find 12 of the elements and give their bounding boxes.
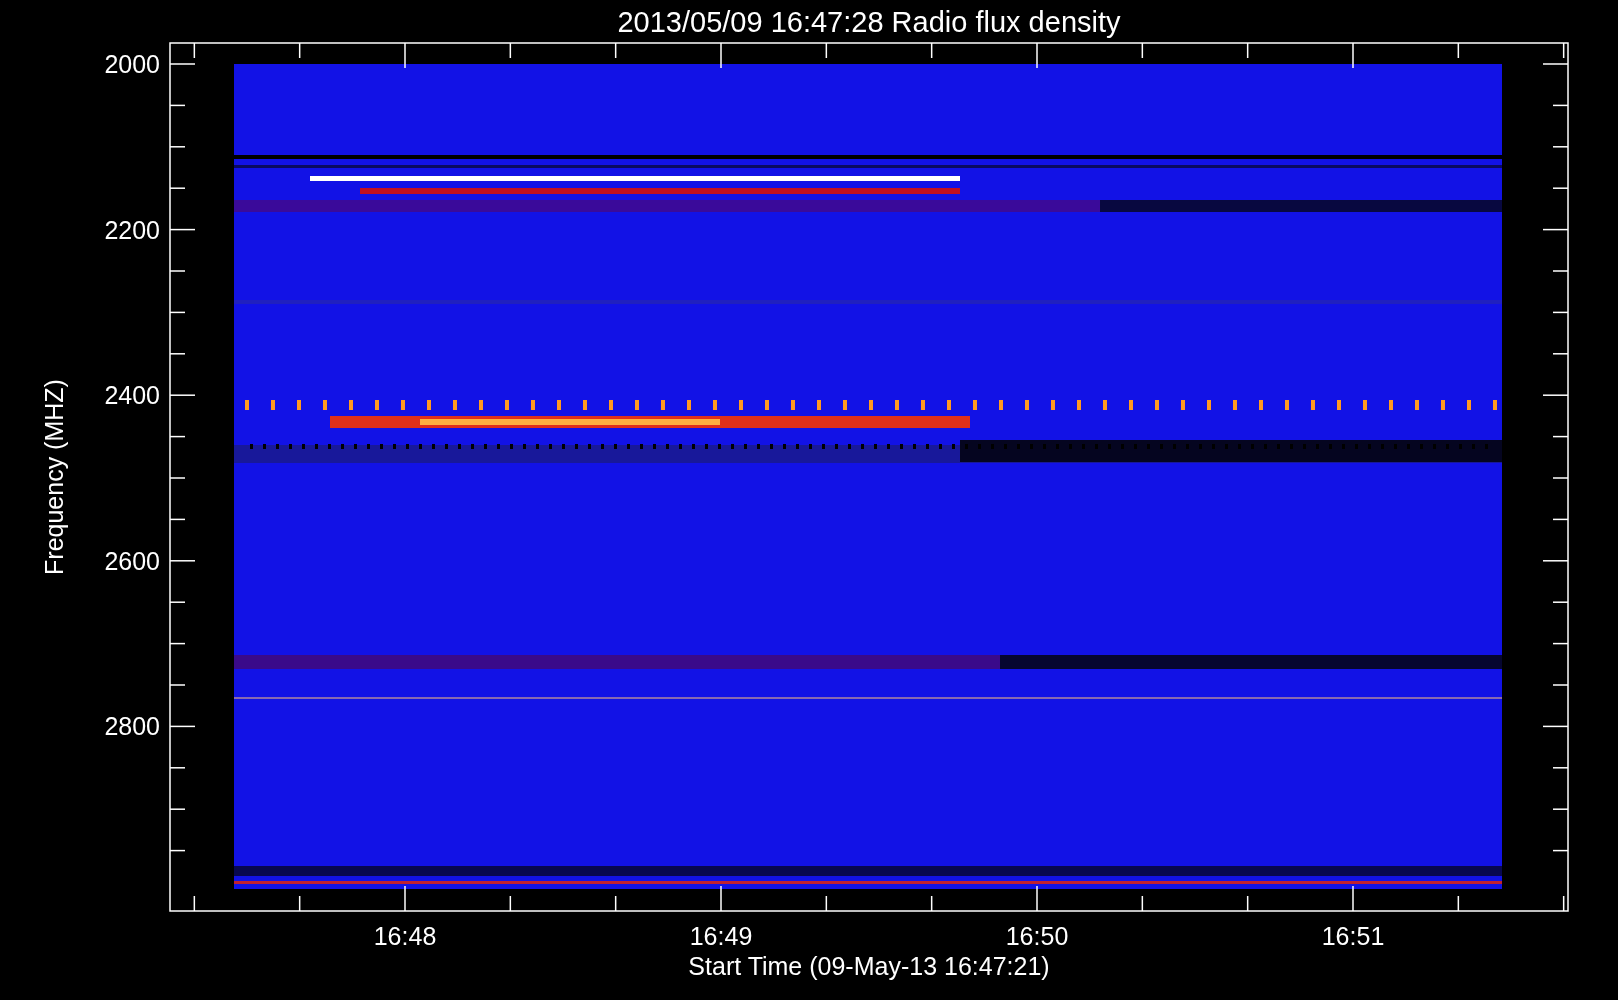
tick-label: 2800 bbox=[104, 712, 160, 741]
tick-label: 16:51 bbox=[1321, 922, 1385, 950]
tick-label: 2200 bbox=[104, 215, 160, 244]
tick-label: 2400 bbox=[104, 381, 160, 410]
tick-label: 2000 bbox=[104, 50, 160, 78]
axis-label: Frequency (MHZ) bbox=[40, 379, 68, 575]
tick-label: 16:50 bbox=[1005, 922, 1069, 950]
chart-title: 2013/05/09 16:47:28 Radio flux density bbox=[617, 6, 1121, 38]
tick-label: 16:49 bbox=[689, 922, 753, 950]
tick-label: 16:48 bbox=[373, 922, 437, 950]
axis-label: Start Time (09-May-13 16:47:21) bbox=[688, 952, 1050, 980]
tick-label: 2600 bbox=[104, 546, 160, 575]
